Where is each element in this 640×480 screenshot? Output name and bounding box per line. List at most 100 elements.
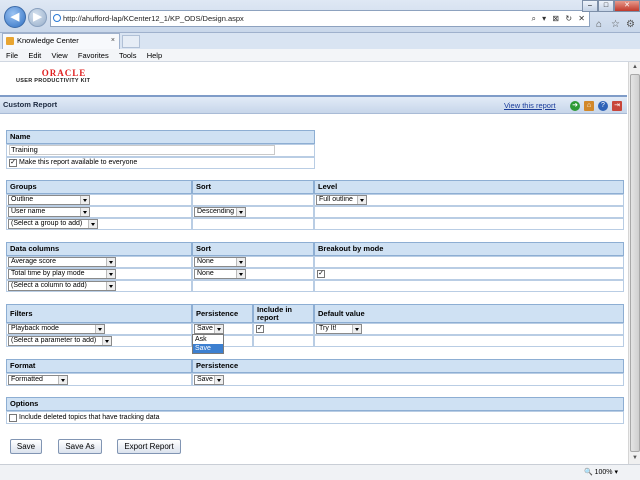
format-label: Format (10, 361, 36, 370)
tab-title: Knowledge Center (17, 36, 79, 45)
include-deleted-checkbox[interactable] (9, 414, 17, 422)
dropdown-icon[interactable]: ▾ (542, 14, 546, 23)
tab-knowledge-center[interactable]: Knowledge Center × (2, 33, 120, 49)
format-persistence-cell (192, 373, 624, 386)
level-cell (314, 206, 624, 218)
available-checkbox[interactable]: ✓ (9, 159, 17, 167)
chevron-down-icon (80, 196, 89, 204)
minimize-button[interactable]: – (582, 0, 598, 12)
page-title: Custom Report (3, 100, 58, 109)
stop-icon[interactable]: ✕ (578, 14, 585, 23)
tab-close-icon[interactable]: × (111, 34, 115, 48)
filter-select-playback[interactable]: Playback mode (8, 324, 105, 334)
favorites-star-icon[interactable]: ☆ (611, 19, 620, 30)
dropdown-option-ask[interactable]: Ask (193, 335, 223, 344)
breakout-cell (314, 268, 624, 280)
view-report-link[interactable]: View this report (504, 101, 556, 110)
close-window-button[interactable]: ✕ (614, 0, 640, 12)
include-in-report-checkbox[interactable]: ✓ (256, 325, 264, 333)
scroll-thumb[interactable] (630, 74, 640, 452)
breakout-cell (314, 256, 624, 268)
report-name-input[interactable]: Training (9, 145, 275, 155)
logout-icon[interactable]: ⇥ (612, 101, 622, 111)
chevron-down-icon (95, 325, 104, 333)
options-header: Options (6, 397, 624, 411)
group-select-outline[interactable]: Outline (8, 195, 90, 205)
menu-tools[interactable]: Tools (115, 49, 141, 62)
format-persistence-label: Persistence (196, 361, 239, 370)
format-persistence-value: Save (197, 376, 213, 383)
url-field[interactable]: http://ahufford-lap/KCenter12_1/KP_ODS/D… (50, 10, 590, 27)
add-group-select[interactable]: (Select a group to add) (8, 219, 98, 229)
oracle-upk-logo: ORACLE USER PRODUCTIVITY KIT (16, 68, 112, 84)
breakout-cell (314, 280, 624, 292)
forward-button[interactable]: ▶ (28, 8, 47, 27)
new-tab-button[interactable] (122, 35, 140, 48)
groups-sort-cell (192, 218, 314, 230)
dropdown-option-save[interactable]: Save (193, 344, 223, 353)
save-button[interactable]: Save (10, 439, 42, 454)
persistence-dropdown-list: Ask Save (192, 334, 224, 354)
menu-help[interactable]: Help (143, 49, 166, 62)
level-cell (314, 218, 624, 230)
format-persistence-select[interactable]: Save (194, 375, 224, 385)
filters-header: Filters (6, 304, 192, 323)
chevron-down-icon (236, 258, 245, 266)
home-page-icon[interactable]: ⌂ (584, 101, 594, 111)
vertical-scrollbar[interactable]: ▲ ▼ (628, 62, 640, 464)
columns-sort-header: Sort (192, 242, 314, 256)
format-select[interactable]: Formatted (8, 375, 68, 385)
menu-view[interactable]: View (48, 49, 72, 62)
filters-label: Filters (10, 309, 33, 318)
default-value-header: Default value (314, 304, 624, 323)
group-select-username[interactable]: User name (8, 207, 90, 217)
scroll-down-icon[interactable]: ▼ (629, 453, 640, 464)
default-value-value: Try It! (319, 325, 337, 332)
group-sort-select[interactable]: Descending (194, 207, 246, 217)
default-value-select[interactable]: Try It! (316, 324, 362, 334)
add-parameter-select[interactable]: (Select a parameter to add) (8, 336, 112, 346)
zoom-level[interactable]: 🔍 100% ▾ (584, 468, 618, 476)
menu-edit[interactable]: Edit (24, 49, 45, 62)
home-icon[interactable]: ⌂ (596, 19, 602, 30)
chevron-down-icon (106, 282, 115, 290)
compat-view-icon[interactable]: ⊠ (552, 14, 559, 23)
add-group-value: (Select a group to add) (11, 220, 83, 227)
filter-persistence-select[interactable]: Save (194, 324, 224, 334)
menu-file[interactable]: File (0, 49, 22, 62)
chevron-down-icon (80, 208, 89, 216)
level-select[interactable]: Full outline (316, 195, 367, 205)
chevron-down-icon (214, 376, 223, 384)
search-icon[interactable]: ⌕ (531, 14, 535, 23)
chevron-down-icon (58, 376, 67, 384)
maximize-button[interactable]: □ (598, 0, 614, 12)
go-icon[interactable]: ➜ (570, 101, 580, 111)
breakout-checkbox[interactable]: ✓ (317, 270, 325, 278)
back-button[interactable]: ◀ (4, 6, 26, 28)
column-sort-select-1[interactable]: None (194, 257, 246, 267)
groups-sort-cell (192, 194, 314, 206)
refresh-icon[interactable]: ↻ (565, 14, 572, 23)
chevron-down-icon (88, 220, 97, 228)
add-column-select[interactable]: (Select a column to add) (8, 281, 116, 291)
groups-header-label: Groups (10, 182, 37, 191)
column-select-total-time[interactable]: Total time by play mode (8, 269, 116, 279)
column-select-average-score[interactable]: Average score (8, 257, 116, 267)
tab-favicon-icon (6, 37, 14, 45)
column-sort-select-2[interactable]: None (194, 269, 246, 279)
tools-gear-icon[interactable]: ⚙ (626, 19, 635, 30)
save-as-button[interactable]: Save As (58, 439, 102, 454)
include-in-report-label: Include in report (257, 305, 293, 322)
column-sort-value-2: None (197, 270, 214, 277)
groups-sort-label: Sort (196, 182, 211, 191)
menu-favorites[interactable]: Favorites (74, 49, 113, 62)
scroll-up-icon[interactable]: ▲ (629, 62, 640, 73)
column-sort-cell (192, 280, 314, 292)
include-cell (253, 335, 314, 347)
export-report-button[interactable]: Export Report (117, 439, 181, 454)
help-icon[interactable]: ? (598, 101, 608, 111)
filter-playback-value: Playback mode (11, 325, 59, 332)
logo-oracle-text: ORACLE (41, 68, 87, 78)
options-label: Options (10, 399, 39, 408)
logo-upk-text: USER PRODUCTIVITY KIT (16, 78, 91, 84)
